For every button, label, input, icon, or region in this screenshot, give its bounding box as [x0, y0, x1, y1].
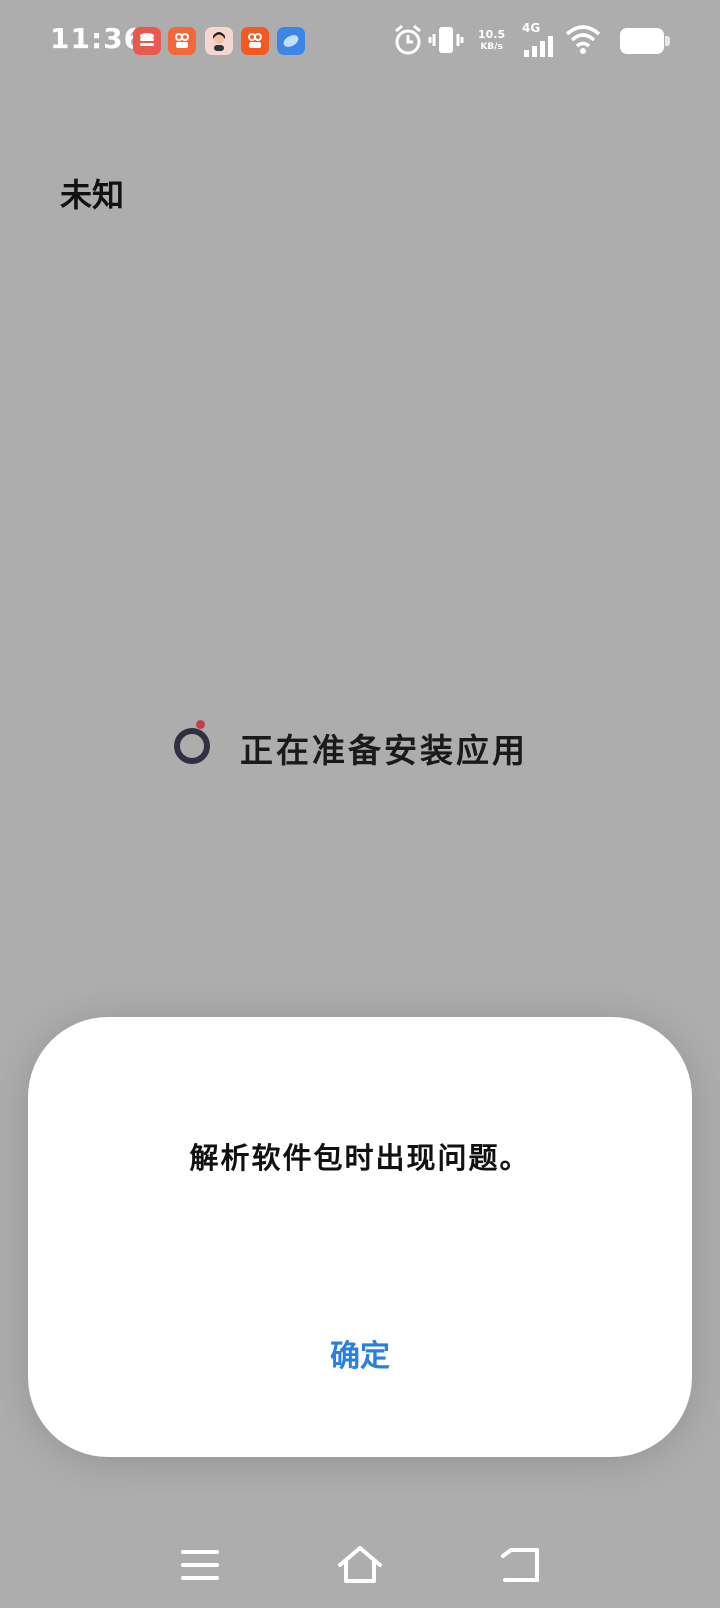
app-name-title: 未知 — [60, 176, 125, 214]
navigation-bar — [0, 1530, 720, 1608]
app-notification-icon-3 — [241, 27, 269, 55]
network-speed: 10.5 KB/s — [478, 28, 505, 68]
back-icon[interactable] — [485, 1530, 555, 1600]
install-progress: 正在准备安装应用 — [172, 720, 572, 770]
home-icon[interactable] — [325, 1530, 395, 1600]
wifi-icon — [564, 22, 602, 62]
status-time: 11:36 — [50, 22, 145, 55]
avatar-notification-icon — [205, 27, 233, 55]
cellular-signal-icon: 4G — [522, 22, 556, 62]
vibrate-icon — [428, 22, 464, 62]
spinner-dot — [196, 720, 205, 729]
status-bar: 11:36 10.5 KB/s 4G — [0, 0, 720, 84]
progress-text: 正在准备安装应用 — [240, 731, 528, 770]
network-type: 4G — [522, 21, 541, 35]
battery-icon — [620, 28, 664, 54]
error-dialog: 解析软件包时出现问题。 确定 — [28, 1017, 692, 1457]
app-notification-icon-1 — [133, 27, 161, 55]
menu-icon[interactable] — [165, 1530, 235, 1600]
loading-spinner-icon — [174, 728, 210, 764]
dialog-message: 解析软件包时出现问题。 — [189, 1141, 531, 1175]
battery-tip — [665, 36, 670, 46]
network-speed-unit: KB/s — [480, 42, 503, 52]
app-notification-icon-2 — [168, 27, 196, 55]
alarm-icon — [392, 22, 424, 62]
confirm-button[interactable]: 确定 — [290, 1329, 430, 1385]
app-notification-icon-4 — [277, 27, 305, 55]
network-speed-value: 10.5 — [478, 28, 506, 41]
